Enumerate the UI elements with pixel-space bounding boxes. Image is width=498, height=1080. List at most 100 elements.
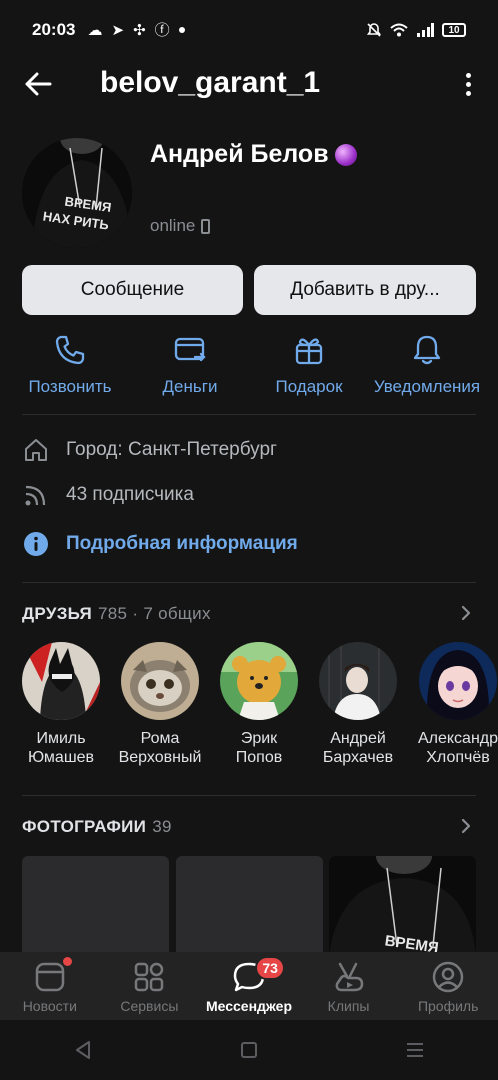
friend-item[interactable]: Имиль Юмашев (11, 642, 111, 767)
more-info-row[interactable]: Подробная информация (22, 530, 298, 558)
friend-name: Александр Хлопчёв (417, 730, 498, 766)
tab-clips[interactable]: Клипы (299, 952, 399, 1020)
friend-avatar (220, 642, 298, 720)
friend-item[interactable]: Андрей Бархачев (308, 642, 408, 767)
friend-name: Имиль Юмашев (27, 730, 95, 766)
tab-profile[interactable]: Профиль (398, 952, 498, 1020)
dot (465, 81, 471, 87)
call-label: Позвонить (28, 377, 112, 396)
profile-name: Андрей Белов (150, 140, 357, 169)
nav-back-icon[interactable] (72, 1039, 94, 1061)
profile-avatar[interactable]: ВРЕМЯ НАХ РИТЬ (22, 138, 132, 248)
online-status-text: online (150, 216, 196, 235)
friend-item[interactable]: Александр Хлопчёв (408, 642, 498, 767)
photo-thumbnail[interactable] (176, 856, 323, 956)
city-row: Город: Санкт-Петербург (22, 436, 277, 464)
followers-icon (25, 485, 46, 506)
signal-icon (417, 23, 434, 37)
money-action[interactable]: Деньги (128, 333, 252, 397)
city-text: Город: Санкт-Петербург (66, 439, 277, 460)
tab-messenger-label: Мессенджер (205, 998, 292, 1014)
bell-icon (413, 335, 441, 365)
followers-row[interactable]: 43 подписчика (22, 481, 194, 509)
chevron-right-icon[interactable] (458, 605, 474, 621)
clips-icon (335, 962, 363, 992)
notifications-action[interactable]: Уведомления (365, 333, 489, 397)
arrow-left-icon (25, 72, 52, 96)
page-title: belov_garant_1 (100, 66, 321, 99)
profile-name-text: Андрей Белов (150, 140, 329, 168)
unread-badge: 73 (255, 956, 286, 980)
cloud-icon: ☁ (87, 21, 103, 39)
friend-avatar (419, 642, 497, 720)
call-action[interactable]: Позвонить (8, 333, 132, 397)
tab-services-label: Сервисы (120, 998, 179, 1014)
telegram-icon: ➤ (111, 21, 125, 39)
friends-title: ДРУЗЬЯ (22, 604, 93, 623)
tab-news[interactable]: Новости (0, 952, 100, 1020)
system-navigation-bar (0, 1020, 498, 1080)
photo-image: ВРЕМЯ (329, 856, 476, 956)
mute-icon (366, 23, 382, 37)
friend-avatar (121, 642, 199, 720)
status-bar: 20:03 ☁ ➤ ✣ ⓕ 10 (0, 0, 498, 60)
tab-services[interactable]: Сервисы (100, 952, 200, 1020)
divider (22, 795, 476, 796)
mobile-device-icon (201, 218, 211, 234)
services-icon (135, 962, 164, 992)
more-menu-button[interactable] (458, 68, 478, 100)
header: belov_garant_1 (0, 60, 498, 108)
dot (465, 72, 471, 78)
friends-count: 785 · 7 общих (98, 604, 211, 623)
divider (22, 414, 476, 415)
tab-clips-label: Клипы (327, 998, 370, 1014)
more-notifications-dot (178, 27, 185, 33)
photos-count: 39 (152, 817, 172, 836)
nav-recents-icon[interactable] (404, 1039, 426, 1061)
nav-home-icon[interactable] (238, 1039, 260, 1061)
avatar-photo: ВРЕМЯ НАХ РИТЬ (22, 138, 132, 248)
gift-icon (295, 338, 323, 365)
chevron-right-icon[interactable] (458, 818, 474, 834)
phone-icon (55, 335, 85, 365)
info-icon (24, 532, 48, 556)
friend-name: Андрей Бархачев (322, 730, 394, 766)
notifications-label: Уведомления (373, 377, 481, 396)
slack-icon: ✣ (133, 21, 146, 39)
tab-profile-label: Профиль (417, 998, 479, 1014)
notification-icons: ☁ ➤ ✣ ⓕ (87, 21, 185, 39)
photos-title: ФОТОГРАФИИ (22, 817, 147, 836)
friend-item[interactable]: Эрик Попов (209, 642, 309, 767)
friends-header[interactable]: ДРУЗЬЯ 785 · 7 общих (22, 604, 211, 624)
gift-action[interactable]: Подарок (247, 333, 371, 397)
wifi-icon (390, 23, 408, 37)
friend-avatar (22, 642, 100, 720)
photos-header[interactable]: ФОТОГРАФИИ 39 (22, 817, 172, 837)
online-status: online (150, 216, 211, 236)
system-icons: 10 (366, 22, 466, 38)
status-time: 20:03 (32, 20, 76, 39)
more-info-link: Подробная информация (66, 533, 298, 554)
facebook-icon: ⓕ (154, 21, 170, 39)
tab-bar: Новости Сервисы 73 Мессенджер Клипы Проф… (0, 952, 498, 1020)
profile-icon (432, 961, 464, 993)
photo-thumbnail[interactable]: ВРЕМЯ (329, 856, 476, 956)
back-button[interactable] (22, 68, 54, 100)
message-button[interactable]: Сообщение (22, 265, 243, 315)
tab-messenger[interactable]: 73 Мессенджер (199, 952, 299, 1020)
home-icon (25, 439, 47, 461)
tab-news-label: Новости (22, 998, 77, 1014)
add-friend-button[interactable]: Добавить в дру... (254, 265, 476, 315)
crystal-ball-icon (334, 143, 357, 166)
friend-avatar (319, 642, 397, 720)
divider (22, 582, 476, 583)
battery-icon: 10 (442, 23, 466, 37)
friend-name: Эрик Попов (235, 730, 283, 766)
friend-item[interactable]: Рома Верховный (110, 642, 210, 767)
news-unread-dot (63, 957, 72, 966)
gift-label: Подарок (275, 377, 343, 396)
photo-thumbnail[interactable] (22, 856, 169, 956)
news-icon (35, 962, 65, 992)
followers-text: 43 подписчика (66, 484, 194, 505)
money-label: Деньги (162, 377, 218, 396)
